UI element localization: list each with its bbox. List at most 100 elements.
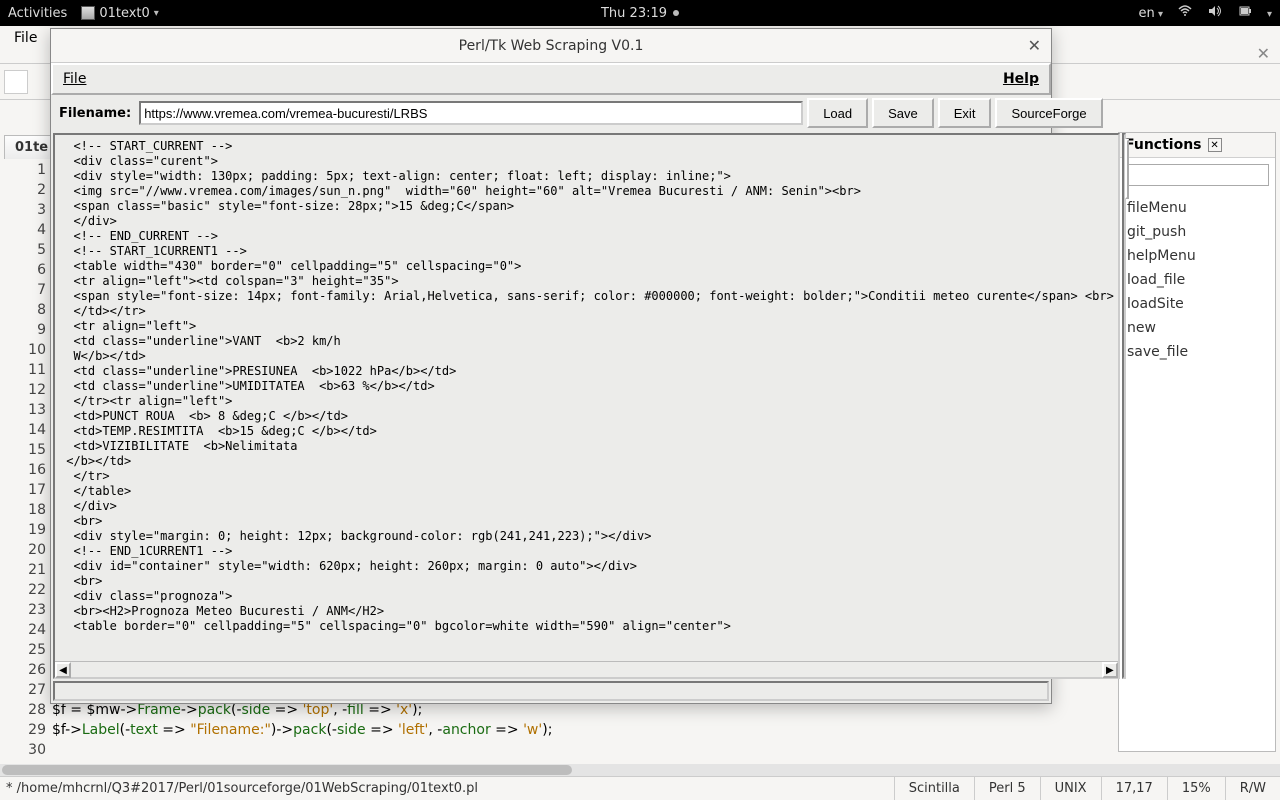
tk-text-area[interactable]: <!-- START_CURRENT --> <div class="curen… bbox=[55, 135, 1118, 661]
lang-indicator[interactable]: en bbox=[1139, 6, 1163, 21]
line-number: 17 bbox=[0, 480, 46, 500]
line-number: 5 bbox=[0, 240, 46, 260]
exit-button[interactable]: Exit bbox=[938, 98, 992, 128]
status-lexer[interactable]: Scintilla bbox=[894, 777, 974, 800]
filename-label: Filename: bbox=[55, 106, 135, 121]
status-position: 17,17 bbox=[1101, 777, 1167, 800]
perltk-dialog: Perl/Tk Web Scraping V0.1 ✕ File Help Fi… bbox=[50, 28, 1052, 704]
source-line: <td class="underline">PRESIUNEA <b>1022 … bbox=[59, 364, 1114, 379]
editor-file-menu[interactable]: File bbox=[6, 26, 45, 50]
function-item[interactable]: save_file bbox=[1119, 340, 1275, 364]
source-line: <!-- END_CURRENT --> bbox=[59, 229, 1114, 244]
line-number: 4 bbox=[0, 220, 46, 240]
battery-icon[interactable] bbox=[1237, 4, 1253, 22]
tk-statusbar bbox=[53, 681, 1049, 701]
app-icon bbox=[81, 6, 95, 20]
system-menu[interactable] bbox=[1267, 6, 1272, 21]
source-line: <tr align="left"><td colspan="3" height=… bbox=[59, 274, 1114, 289]
tk-menubar: File Help bbox=[51, 63, 1051, 95]
notification-dot bbox=[673, 10, 679, 16]
volume-icon[interactable] bbox=[1207, 4, 1223, 22]
line-number: 20 bbox=[0, 540, 46, 560]
code-line: $f->Label(-text => "Filename:")->pack(-s… bbox=[52, 720, 1270, 740]
status-lang[interactable]: Perl 5 bbox=[974, 777, 1040, 800]
source-line: <div id="container" style="width: 620px;… bbox=[59, 559, 1114, 574]
source-line: <!-- END_1CURRENT1 --> bbox=[59, 544, 1114, 559]
line-number: 24 bbox=[0, 620, 46, 640]
line-number: 13 bbox=[0, 400, 46, 420]
line-number: 27 bbox=[0, 680, 46, 700]
source-line: <td class="underline">UMIDITATEA <b>63 %… bbox=[59, 379, 1114, 394]
line-number: 29 bbox=[0, 720, 46, 740]
functions-panel: Functions ✕ fileMenugit_pushhelpMenuload… bbox=[1118, 132, 1276, 752]
source-line: <div class="curent"> bbox=[59, 154, 1114, 169]
function-item[interactable]: git_push bbox=[1119, 220, 1275, 244]
scroll-right-icon[interactable]: ▶ bbox=[1102, 662, 1118, 678]
editor-horizontal-scrollbar[interactable] bbox=[0, 764, 1280, 776]
source-line: <!-- START_1CURRENT1 --> bbox=[59, 244, 1114, 259]
clock[interactable]: Thu 23:19 bbox=[601, 6, 667, 21]
scrollbar-thumb[interactable] bbox=[2, 765, 572, 775]
toolbar-button[interactable] bbox=[4, 70, 28, 94]
source-line: <div class="prognoza"> bbox=[59, 589, 1114, 604]
editor-close-icon[interactable]: ✕ bbox=[1257, 44, 1270, 63]
editor-code-area[interactable]: $f = $mw->Frame->pack(-side => 'top', -f… bbox=[52, 700, 1270, 740]
appmenu-label: 01text0 bbox=[99, 6, 149, 21]
dialog-title-label: Perl/Tk Web Scraping V0.1 bbox=[459, 38, 644, 54]
activities-button[interactable]: Activities bbox=[8, 6, 67, 21]
source-line: <td class="underline">VANT <b>2 km/h bbox=[59, 334, 1114, 349]
panel-close-icon[interactable]: ✕ bbox=[1208, 138, 1222, 152]
line-number: 12 bbox=[0, 380, 46, 400]
status-eol[interactable]: UNIX bbox=[1040, 777, 1101, 800]
source-line: <span class="basic" style="font-size: 28… bbox=[59, 199, 1114, 214]
function-item[interactable]: new bbox=[1119, 316, 1275, 340]
status-filepath: * /home/mhcrnl/Q3#2017/Perl/01sourceforg… bbox=[0, 781, 894, 796]
line-number: 23 bbox=[0, 600, 46, 620]
function-item[interactable]: fileMenu bbox=[1119, 196, 1275, 220]
source-line: <table width="430" border="0" cellpaddin… bbox=[59, 259, 1114, 274]
function-item[interactable]: load_file bbox=[1119, 268, 1275, 292]
source-line: <tr align="left"> bbox=[59, 319, 1114, 334]
dialog-titlebar: Perl/Tk Web Scraping V0.1 ✕ bbox=[51, 29, 1051, 63]
line-number: 2 bbox=[0, 180, 46, 200]
source-line: <td>PUNCT ROUA <b> 8 &deg;C </b></td> bbox=[59, 409, 1114, 424]
functions-title: Functions bbox=[1125, 137, 1202, 153]
close-icon[interactable]: ✕ bbox=[1028, 36, 1041, 55]
function-item[interactable]: loadSite bbox=[1119, 292, 1275, 316]
editor-statusbar: * /home/mhcrnl/Q3#2017/Perl/01sourceforg… bbox=[0, 776, 1280, 800]
line-number: 26 bbox=[0, 660, 46, 680]
status-readwrite[interactable]: R/W bbox=[1225, 777, 1280, 800]
line-number: 1 bbox=[0, 160, 46, 180]
horizontal-scrollbar[interactable]: ◀ ▶ bbox=[55, 661, 1118, 677]
line-number: 21 bbox=[0, 560, 46, 580]
functions-search-input[interactable] bbox=[1125, 164, 1269, 186]
line-number: 14 bbox=[0, 420, 46, 440]
line-number: 19 bbox=[0, 520, 46, 540]
line-number: 10 bbox=[0, 340, 46, 360]
source-line: <span style="font-size: 14px; font-famil… bbox=[59, 289, 1114, 304]
line-number: 22 bbox=[0, 580, 46, 600]
tk-toolbar: Filename: Load Save Exit SourceForge bbox=[51, 95, 1051, 131]
tk-help-menu[interactable]: Help bbox=[1003, 71, 1039, 87]
wifi-icon[interactable] bbox=[1177, 4, 1193, 22]
scrollbar-thumb[interactable] bbox=[1125, 139, 1129, 199]
source-line: <td>TEMP.RESIMTITA <b>15 &deg;C </b></td… bbox=[59, 424, 1114, 439]
sourceforge-button[interactable]: SourceForge bbox=[995, 98, 1102, 128]
source-line: <div style="margin: 0; height: 12px; bac… bbox=[59, 529, 1114, 544]
source-line: </tr><tr align="left"> bbox=[59, 394, 1114, 409]
source-line: <br> bbox=[59, 574, 1114, 589]
line-number: 18 bbox=[0, 500, 46, 520]
editor-tab-label: 01te bbox=[15, 140, 48, 155]
gnome-topbar: Activities 01text0 Thu 23:19 en bbox=[0, 0, 1280, 26]
vertical-scrollbar[interactable] bbox=[1122, 133, 1126, 679]
filename-input[interactable] bbox=[139, 101, 803, 125]
source-line: W</b></td> bbox=[59, 349, 1114, 364]
line-number: 9 bbox=[0, 320, 46, 340]
scroll-left-icon[interactable]: ◀ bbox=[55, 662, 71, 678]
function-item[interactable]: helpMenu bbox=[1119, 244, 1275, 268]
appmenu[interactable]: 01text0 bbox=[81, 6, 159, 21]
line-number: 8 bbox=[0, 300, 46, 320]
tk-file-menu[interactable]: File bbox=[63, 71, 86, 87]
save-button[interactable]: Save bbox=[872, 98, 934, 128]
load-button[interactable]: Load bbox=[807, 98, 868, 128]
